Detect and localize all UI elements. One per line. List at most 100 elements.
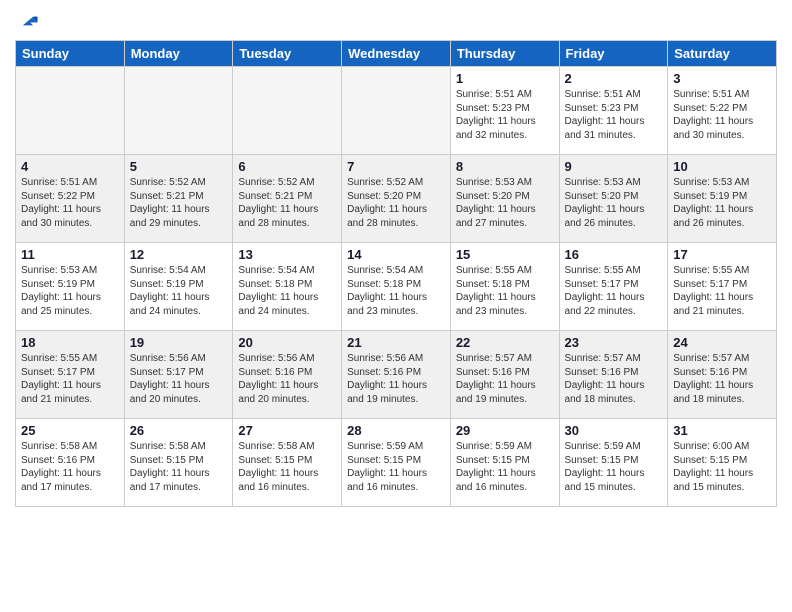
day-number: 8 xyxy=(456,159,554,174)
calendar-cell: 10 Sunrise: 5:53 AM Sunset: 5:19 PM Dayli… xyxy=(668,155,777,243)
day-number: 28 xyxy=(347,423,445,438)
calendar-cell: 18 Sunrise: 5:55 AM Sunset: 5:17 PM Dayli… xyxy=(16,331,125,419)
calendar-cell: 21 Sunrise: 5:56 AM Sunset: 5:16 PM Dayli… xyxy=(342,331,451,419)
day-info: Sunrise: 5:59 AM Sunset: 5:15 PM Dayligh… xyxy=(347,440,445,494)
day-number: 19 xyxy=(130,335,228,350)
day-number: 27 xyxy=(238,423,336,438)
calendar-cell: 1 Sunrise: 5:51 AM Sunset: 5:23 PM Daylig… xyxy=(450,67,559,155)
day-info: Sunrise: 5:59 AM Sunset: 5:15 PM Dayligh… xyxy=(456,440,554,494)
day-number: 6 xyxy=(238,159,336,174)
day-number: 20 xyxy=(238,335,336,350)
calendar-cell: 4 Sunrise: 5:51 AM Sunset: 5:22 PM Daylig… xyxy=(16,155,125,243)
calendar-cell: 15Sunrise: 5:55 AM Sunset: 5:18 PM Dayli… xyxy=(450,243,559,331)
day-info: Sunrise: 5:54 AM Sunset: 5:18 PM Dayligh… xyxy=(238,264,336,318)
weekday-header-tuesday: Tuesday xyxy=(233,41,342,67)
calendar-cell: 20 Sunrise: 5:56 AM Sunset: 5:16 PM Dayli… xyxy=(233,331,342,419)
day-info: Sunrise: 5:51 AM Sunset: 5:22 PM Dayligh… xyxy=(21,176,119,230)
calendar-cell: 14Sunrise: 5:54 AM Sunset: 5:18 PM Dayli… xyxy=(342,243,451,331)
calendar-cell: 11 Sunrise: 5:53 AM Sunset: 5:19 PM Dayli… xyxy=(16,243,125,331)
calendar-cell: 24 Sunrise: 5:57 AM Sunset: 5:16 PM Dayli… xyxy=(668,331,777,419)
day-number: 4 xyxy=(21,159,119,174)
day-info: Sunrise: 5:56 AM Sunset: 5:16 PM Dayligh… xyxy=(238,352,336,406)
day-info: Sunrise: 5:51 AM Sunset: 5:23 PM Dayligh… xyxy=(456,88,554,142)
calendar-cell: 8 Sunrise: 5:53 AM Sunset: 5:20 PM Daylig… xyxy=(450,155,559,243)
day-number: 29 xyxy=(456,423,554,438)
day-number: 5 xyxy=(130,159,228,174)
day-info: Sunrise: 5:55 AM Sunset: 5:17 PM Dayligh… xyxy=(565,264,663,318)
calendar-cell xyxy=(16,67,125,155)
logo-icon xyxy=(17,10,39,32)
day-info: Sunrise: 5:51 AM Sunset: 5:22 PM Dayligh… xyxy=(673,88,771,142)
weekday-header-sunday: Sunday xyxy=(16,41,125,67)
day-info: Sunrise: 5:53 AM Sunset: 5:19 PM Dayligh… xyxy=(673,176,771,230)
day-info: Sunrise: 5:52 AM Sunset: 5:21 PM Dayligh… xyxy=(238,176,336,230)
day-number: 13 xyxy=(238,247,336,262)
day-number: 22 xyxy=(456,335,554,350)
day-info: Sunrise: 5:58 AM Sunset: 5:15 PM Dayligh… xyxy=(130,440,228,494)
calendar-cell: 29 Sunrise: 5:59 AM Sunset: 5:15 PM Dayli… xyxy=(450,419,559,507)
day-info: Sunrise: 5:52 AM Sunset: 5:21 PM Dayligh… xyxy=(130,176,228,230)
day-info: Sunrise: 5:58 AM Sunset: 5:15 PM Dayligh… xyxy=(238,440,336,494)
calendar-cell: 22 Sunrise: 5:57 AM Sunset: 5:16 PM Dayli… xyxy=(450,331,559,419)
weekday-header-friday: Friday xyxy=(559,41,668,67)
day-number: 23 xyxy=(565,335,663,350)
calendar-week-row: 11 Sunrise: 5:53 AM Sunset: 5:19 PM Dayli… xyxy=(16,243,777,331)
day-info: Sunrise: 5:57 AM Sunset: 5:16 PM Dayligh… xyxy=(456,352,554,406)
day-number: 25 xyxy=(21,423,119,438)
day-number: 21 xyxy=(347,335,445,350)
calendar-cell: 31 Sunrise: 6:00 AM Sunset: 5:15 PM Dayli… xyxy=(668,419,777,507)
calendar-table: SundayMondayTuesdayWednesdayThursdayFrid… xyxy=(15,40,777,507)
day-info: Sunrise: 5:53 AM Sunset: 5:20 PM Dayligh… xyxy=(456,176,554,230)
day-info: Sunrise: 5:57 AM Sunset: 5:16 PM Dayligh… xyxy=(565,352,663,406)
calendar-week-row: 4 Sunrise: 5:51 AM Sunset: 5:22 PM Daylig… xyxy=(16,155,777,243)
calendar-cell: 5 Sunrise: 5:52 AM Sunset: 5:21 PM Daylig… xyxy=(124,155,233,243)
calendar-cell: 2Sunrise: 5:51 AM Sunset: 5:23 PM Daylig… xyxy=(559,67,668,155)
day-info: Sunrise: 5:52 AM Sunset: 5:20 PM Dayligh… xyxy=(347,176,445,230)
day-number: 30 xyxy=(565,423,663,438)
calendar-cell: 27 Sunrise: 5:58 AM Sunset: 5:15 PM Dayli… xyxy=(233,419,342,507)
calendar-cell: 30 Sunrise: 5:59 AM Sunset: 5:15 PM Dayli… xyxy=(559,419,668,507)
weekday-header-row: SundayMondayTuesdayWednesdayThursdayFrid… xyxy=(16,41,777,67)
logo xyxy=(15,10,39,32)
day-number: 16 xyxy=(565,247,663,262)
day-number: 18 xyxy=(21,335,119,350)
calendar-week-row: 18 Sunrise: 5:55 AM Sunset: 5:17 PM Dayli… xyxy=(16,331,777,419)
page-header xyxy=(15,10,777,32)
day-info: Sunrise: 5:55 AM Sunset: 5:17 PM Dayligh… xyxy=(21,352,119,406)
calendar-cell: 3 Sunrise: 5:51 AM Sunset: 5:22 PM Daylig… xyxy=(668,67,777,155)
day-info: Sunrise: 5:59 AM Sunset: 5:15 PM Dayligh… xyxy=(565,440,663,494)
day-info: Sunrise: 5:54 AM Sunset: 5:19 PM Dayligh… xyxy=(130,264,228,318)
day-info: Sunrise: 5:55 AM Sunset: 5:17 PM Dayligh… xyxy=(673,264,771,318)
calendar-cell xyxy=(342,67,451,155)
day-number: 3 xyxy=(673,71,771,86)
day-info: Sunrise: 6:00 AM Sunset: 5:15 PM Dayligh… xyxy=(673,440,771,494)
calendar-cell: 9Sunrise: 5:53 AM Sunset: 5:20 PM Daylig… xyxy=(559,155,668,243)
day-number: 11 xyxy=(21,247,119,262)
calendar-cell: 7 Sunrise: 5:52 AM Sunset: 5:20 PM Daylig… xyxy=(342,155,451,243)
day-info: Sunrise: 5:56 AM Sunset: 5:16 PM Dayligh… xyxy=(347,352,445,406)
calendar-cell xyxy=(233,67,342,155)
day-number: 24 xyxy=(673,335,771,350)
day-number: 31 xyxy=(673,423,771,438)
day-number: 9 xyxy=(565,159,663,174)
weekday-header-thursday: Thursday xyxy=(450,41,559,67)
calendar-week-row: 25 Sunrise: 5:58 AM Sunset: 5:16 PM Dayli… xyxy=(16,419,777,507)
calendar-cell: 17 Sunrise: 5:55 AM Sunset: 5:17 PM Dayli… xyxy=(668,243,777,331)
calendar-cell: 26Sunrise: 5:58 AM Sunset: 5:15 PM Dayli… xyxy=(124,419,233,507)
day-number: 15 xyxy=(456,247,554,262)
calendar-cell: 13 Sunrise: 5:54 AM Sunset: 5:18 PM Dayli… xyxy=(233,243,342,331)
day-info: Sunrise: 5:58 AM Sunset: 5:16 PM Dayligh… xyxy=(21,440,119,494)
calendar-cell: 25 Sunrise: 5:58 AM Sunset: 5:16 PM Dayli… xyxy=(16,419,125,507)
page-container: SundayMondayTuesdayWednesdayThursdayFrid… xyxy=(0,0,792,522)
day-number: 1 xyxy=(456,71,554,86)
calendar-cell: 12Sunrise: 5:54 AM Sunset: 5:19 PM Dayli… xyxy=(124,243,233,331)
day-number: 7 xyxy=(347,159,445,174)
calendar-cell: 23 Sunrise: 5:57 AM Sunset: 5:16 PM Dayli… xyxy=(559,331,668,419)
weekday-header-monday: Monday xyxy=(124,41,233,67)
day-number: 10 xyxy=(673,159,771,174)
day-info: Sunrise: 5:53 AM Sunset: 5:19 PM Dayligh… xyxy=(21,264,119,318)
calendar-cell xyxy=(124,67,233,155)
day-number: 17 xyxy=(673,247,771,262)
day-info: Sunrise: 5:57 AM Sunset: 5:16 PM Dayligh… xyxy=(673,352,771,406)
weekday-header-saturday: Saturday xyxy=(668,41,777,67)
